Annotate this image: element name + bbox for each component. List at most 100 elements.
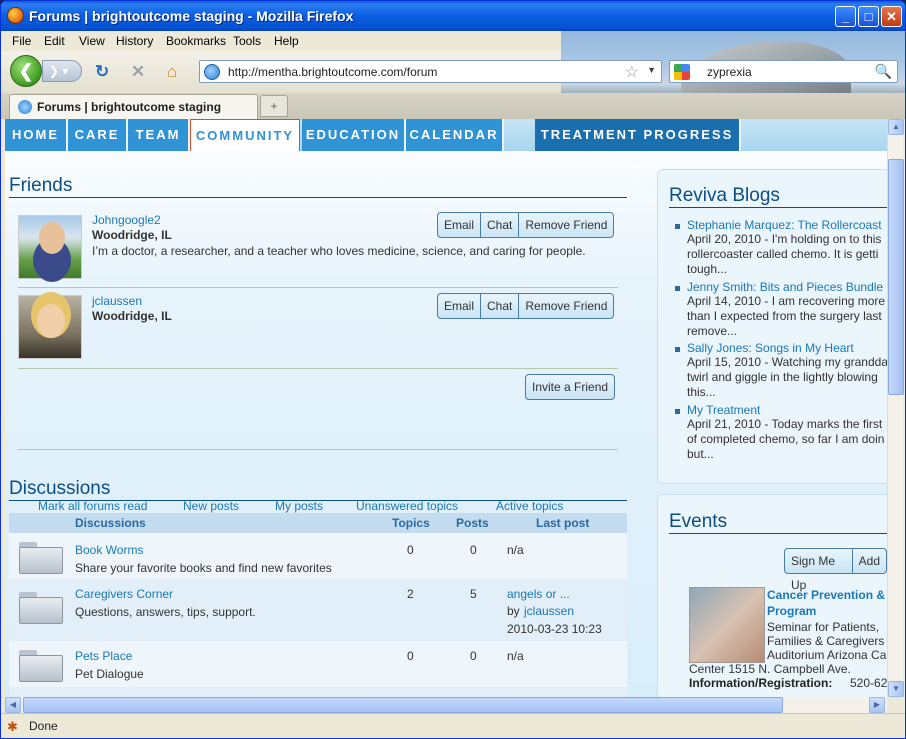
nav-team[interactable]: TEAM bbox=[128, 119, 190, 151]
nav-care[interactable]: CARE bbox=[68, 119, 128, 151]
new-tab-button[interactable]: + bbox=[260, 95, 288, 117]
nav-education[interactable]: EDUCATION bbox=[302, 119, 406, 151]
last-post-link[interactable]: angels or ... bbox=[507, 587, 570, 601]
back-button[interactable]: ❮ bbox=[10, 55, 42, 87]
avatar[interactable] bbox=[18, 215, 82, 279]
scroll-up-icon[interactable]: ▲ bbox=[888, 119, 904, 135]
friend-name[interactable]: jclaussen bbox=[92, 294, 142, 308]
mark-all-read-link[interactable]: Mark all forums read bbox=[38, 499, 147, 513]
folder-icon bbox=[19, 592, 63, 624]
active-topics-link[interactable]: Active topics bbox=[496, 499, 563, 513]
remove-friend-button[interactable]: Remove Friend bbox=[519, 213, 613, 237]
email-button[interactable]: Email bbox=[438, 294, 482, 318]
forum-title[interactable]: Book Worms bbox=[75, 543, 143, 557]
event-line: Center 1515 N. Campbell Ave. bbox=[689, 662, 851, 676]
add-event-button[interactable]: Add bbox=[853, 549, 886, 573]
menu-edit[interactable]: Edit bbox=[44, 34, 65, 48]
forum-description: Pet Dialogue bbox=[75, 667, 144, 681]
col-posts: Posts bbox=[456, 516, 489, 530]
event-title-cont[interactable]: Program bbox=[767, 604, 816, 618]
scroll-thumb[interactable] bbox=[23, 697, 783, 713]
forum-title[interactable]: Pets Place bbox=[75, 649, 132, 663]
chat-button[interactable]: Chat bbox=[481, 213, 520, 237]
search-icon[interactable]: 🔍 bbox=[875, 63, 892, 80]
remove-friend-button[interactable]: Remove Friend bbox=[519, 294, 613, 318]
nav-community[interactable]: COMMUNITY bbox=[190, 119, 300, 151]
scroll-down-icon[interactable]: ▼ bbox=[888, 681, 904, 697]
close-button[interactable]: ✕ bbox=[881, 6, 902, 27]
stop-icon[interactable]: ✕ bbox=[131, 62, 145, 82]
vertical-scrollbar[interactable]: ▲ ▼ bbox=[887, 119, 904, 697]
event-title[interactable]: Cancer Prevention & bbox=[767, 588, 885, 602]
bookmark-star-icon[interactable]: ☆ bbox=[625, 62, 639, 82]
new-posts-link[interactable]: New posts bbox=[183, 499, 239, 513]
my-posts-link[interactable]: My posts bbox=[275, 499, 323, 513]
url-bar[interactable]: http://mentha.brightoutcome.com/forum ☆ … bbox=[199, 60, 662, 83]
blog-title[interactable]: My Treatment bbox=[687, 403, 905, 417]
blog-excerpt: April 21, 2010 - Today marks the first bbox=[687, 417, 883, 431]
maximize-button[interactable]: □ bbox=[858, 6, 879, 27]
minimize-button[interactable]: _ bbox=[835, 6, 856, 27]
menu-file[interactable]: File bbox=[12, 34, 31, 48]
blog-title[interactable]: Stephanie Marquez: The Rollercoast bbox=[687, 218, 905, 232]
blog-excerpt: rollercoaster called chemo. It is getti bbox=[687, 247, 879, 261]
event-info-phone: 520-626-9 bbox=[850, 676, 887, 690]
scroll-thumb[interactable] bbox=[888, 159, 904, 395]
google-engine-icon[interactable] bbox=[674, 64, 690, 80]
chat-button[interactable]: Chat bbox=[481, 294, 520, 318]
event-info-label: Information/Registration: bbox=[689, 676, 833, 690]
sign-me-up-button[interactable]: Sign Me Up bbox=[785, 549, 853, 592]
posts-count: 0 bbox=[470, 543, 477, 557]
divider bbox=[18, 287, 618, 288]
invite-friend-label[interactable]: Invite a Friend bbox=[526, 375, 614, 399]
tab-favicon-icon bbox=[18, 100, 32, 114]
scroll-right-icon[interactable]: ▶ bbox=[869, 697, 885, 713]
menu-view[interactable]: View bbox=[79, 34, 105, 48]
last-post-user[interactable]: jclaussen bbox=[524, 604, 574, 618]
blog-title[interactable]: Jenny Smith: Bits and Pieces Bundle bbox=[687, 280, 905, 294]
unanswered-topics-link[interactable]: Unanswered topics bbox=[356, 499, 458, 513]
list-item: My Treatment April 21, 2010 - Today mark… bbox=[687, 403, 905, 465]
forward-button[interactable]: ❯ ▾ bbox=[42, 60, 82, 82]
url-text[interactable]: http://mentha.brightoutcome.com/forum bbox=[228, 65, 437, 79]
horizontal-scrollbar[interactable]: ◀ ▶ bbox=[5, 697, 887, 713]
menu-tools[interactable]: Tools bbox=[233, 34, 261, 48]
last-post-by: by bbox=[507, 604, 520, 618]
discussions-heading: Discussions bbox=[9, 478, 627, 501]
avatar[interactable] bbox=[18, 295, 82, 359]
friend-name[interactable]: Johngoogle2 bbox=[92, 213, 161, 227]
posts-count: 5 bbox=[470, 587, 477, 601]
events-heading: Events bbox=[669, 511, 887, 534]
col-topics: Topics bbox=[392, 516, 430, 530]
firebug-icon[interactable]: ✱ bbox=[7, 719, 18, 735]
invite-friend-button[interactable]: Invite a Friend bbox=[525, 374, 616, 400]
menu-bookmarks[interactable]: Bookmarks bbox=[166, 34, 226, 48]
url-dropdown-icon[interactable]: ▼ bbox=[647, 65, 656, 75]
firefox-icon bbox=[7, 7, 24, 24]
blog-title[interactable]: Sally Jones: Songs in My Heart bbox=[687, 341, 905, 355]
menu-history[interactable]: History bbox=[116, 34, 153, 48]
reload-icon[interactable]: ↻ bbox=[95, 62, 109, 82]
last-post-date: 2010-03-23 10:23 bbox=[507, 622, 602, 636]
posts-count: 0 bbox=[470, 649, 477, 663]
menu-help[interactable]: Help bbox=[274, 34, 299, 48]
table-row: Caregivers Corner Questions, answers, ti… bbox=[9, 579, 627, 641]
nav-calendar[interactable]: CALENDAR bbox=[406, 119, 504, 151]
search-bar[interactable]: zyprexia 🔍 bbox=[669, 60, 898, 83]
blog-excerpt: April 14, 2010 - I am recovering more bbox=[687, 294, 886, 308]
topics-count: 2 bbox=[407, 587, 414, 601]
home-icon[interactable]: ⌂ bbox=[167, 62, 177, 82]
site-identity-icon[interactable] bbox=[204, 64, 220, 80]
scroll-left-icon[interactable]: ◀ bbox=[5, 697, 21, 713]
folder-icon bbox=[19, 650, 63, 682]
nav-home[interactable]: HOME bbox=[5, 119, 68, 151]
blog-excerpt: of completed chemo, so far I am doin bbox=[687, 432, 885, 446]
event-actions: Sign Me Up Add bbox=[784, 548, 887, 592]
search-input[interactable]: zyprexia bbox=[707, 65, 752, 79]
email-button[interactable]: Email bbox=[438, 213, 482, 237]
tab-forums[interactable]: Forums | brightoutcome staging bbox=[9, 94, 258, 119]
nav-treatment-progress[interactable]: TREATMENT PROGRESS ▾ bbox=[535, 119, 741, 174]
divider bbox=[18, 368, 618, 369]
topics-count: 0 bbox=[407, 649, 414, 663]
forum-title[interactable]: Caregivers Corner bbox=[75, 587, 173, 601]
